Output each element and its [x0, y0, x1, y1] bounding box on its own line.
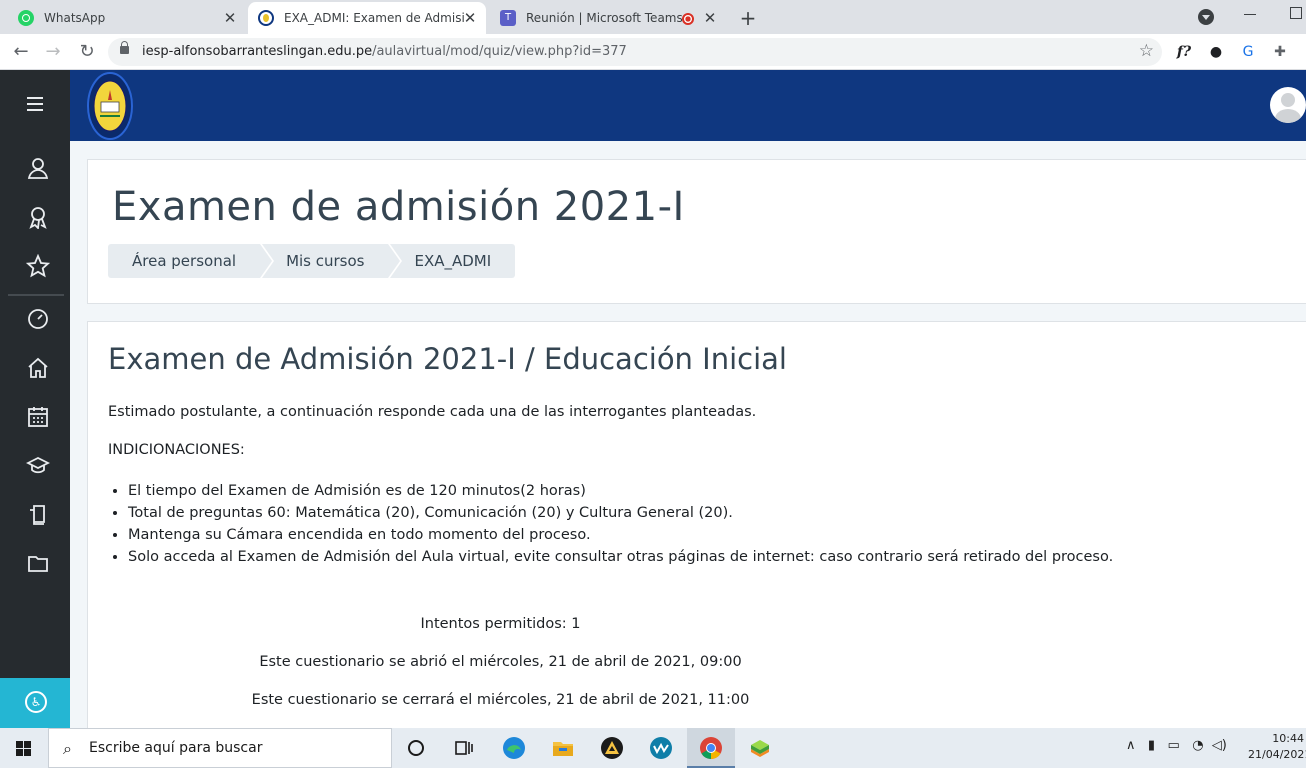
breadcrumb-item-mis-cursos[interactable]: Mis cursos	[262, 244, 403, 278]
task-view-icon[interactable]	[452, 736, 476, 760]
tab-search-icon[interactable]	[1198, 9, 1214, 25]
list-item: Solo acceda al Examen de Admisión del Au…	[128, 546, 1113, 568]
badges-icon[interactable]	[26, 205, 50, 230]
translate-icon[interactable]: G	[1238, 42, 1258, 62]
tab-title: WhatsApp	[44, 11, 106, 25]
graduation-cap-icon[interactable]	[25, 454, 51, 478]
nav-drawer: ♿	[0, 70, 70, 728]
url-host: iesp-alfonsobarranteslingan.edu.pe	[142, 44, 373, 59]
hamburger-menu-icon[interactable]	[23, 92, 47, 116]
user-avatar[interactable]	[1270, 87, 1306, 123]
back-arrow-icon[interactable]: ←	[10, 41, 32, 63]
browser-tab-bar: WhatsApp ✕ EXA_ADMI: Examen de Admisión …	[0, 0, 1306, 34]
windows-taskbar: ⌕ Escribe aquí para buscar ∧ ▮ ▭ ◔ ◁) 10…	[0, 728, 1306, 768]
site-navbar	[70, 70, 1306, 141]
puzzle-extensions-icon[interactable]: ✚	[1270, 42, 1290, 62]
close-tab-icon[interactable]: ✕	[222, 10, 238, 26]
quiz-close-date: Este cuestionario se cerrará el miércole…	[251, 692, 750, 708]
file-explorer-icon[interactable]	[551, 736, 575, 760]
volume-icon[interactable]: ◁)	[1212, 738, 1227, 753]
formula-extension-icon[interactable]: f?	[1174, 42, 1194, 62]
battery-icon[interactable]: ▭	[1167, 738, 1179, 753]
bookmark-star-icon[interactable]: ☆	[1139, 41, 1154, 61]
taskbar-search-box[interactable]: ⌕ Escribe aquí para buscar	[48, 728, 392, 768]
breadcrumb-item-area-personal[interactable]: Área personal	[108, 244, 275, 278]
quiz-open-date: Este cuestionario se abrió el miércoles,…	[259, 654, 742, 670]
participants-icon[interactable]	[26, 156, 50, 180]
close-tab-icon[interactable]: ✕	[462, 10, 478, 26]
url-path: /aulavirtual/mod/quiz/view.php?id=377	[372, 44, 627, 59]
drawer-divider	[8, 294, 64, 296]
reload-icon[interactable]: ↻	[76, 41, 98, 63]
maximize-button[interactable]	[1290, 7, 1302, 19]
microphone-icon[interactable]: ▮	[1148, 738, 1155, 753]
chrome-taskbar-button[interactable]	[687, 728, 735, 768]
breadcrumb: Área personal Mis cursos EXA_ADMI	[108, 244, 517, 278]
home-icon[interactable]	[26, 356, 50, 380]
app-triangle-icon[interactable]	[600, 736, 624, 760]
search-placeholder: Escribe aquí para buscar	[89, 740, 263, 756]
lock-icon	[120, 41, 129, 54]
extension-icon[interactable]: ●	[1206, 42, 1226, 62]
page-content: Examen de admisión 2021-I Área personal …	[70, 141, 1306, 741]
tab-teams[interactable]: T Reunión | Microsoft Teams ✕	[490, 2, 726, 34]
clock-time: 10:44	[1272, 732, 1304, 745]
address-bar-row: ← → ↻ iesp-alfonsobarranteslingan.edu.pe…	[0, 34, 1306, 70]
chrome-icon	[700, 737, 722, 759]
app-wave-icon[interactable]	[649, 736, 673, 760]
edge-browser-icon[interactable]	[502, 736, 526, 760]
tab-title: Reunión | Microsoft Teams	[526, 11, 683, 25]
system-clock[interactable]: 10:44 21/04/2021	[1248, 731, 1306, 763]
search-icon: ⌕	[63, 739, 72, 758]
url-text: iesp-alfonsobarranteslingan.edu.pe/aulav…	[142, 44, 627, 59]
tab-title: EXA_ADMI: Examen de Admisión	[284, 11, 464, 25]
attempts-allowed: Intentos permitidos: 1	[420, 616, 581, 632]
recording-icon	[682, 13, 694, 25]
tab-whatsapp[interactable]: WhatsApp ✕	[8, 2, 246, 34]
private-files-icon[interactable]	[26, 503, 50, 527]
wifi-icon[interactable]: ◔	[1192, 738, 1203, 753]
whatsapp-icon	[18, 10, 34, 26]
accessibility-icon: ♿	[25, 691, 47, 713]
quiz-card: Examen de Admisión 2021-I / Educación In…	[87, 321, 1306, 741]
clock-date: 21/04/2021	[1248, 748, 1306, 761]
url-field[interactable]: iesp-alfonsobarranteslingan.edu.pe/aulav…	[108, 38, 1162, 66]
cortana-icon[interactable]	[404, 736, 428, 760]
calendar-icon[interactable]	[26, 405, 50, 429]
folder-icon[interactable]	[26, 552, 50, 576]
quiz-rules-list: El tiempo del Examen de Admisión es de 1…	[128, 480, 1113, 568]
indications-label: INDICIONACIONES:	[108, 442, 245, 458]
new-tab-button[interactable]: +	[738, 6, 758, 30]
list-item: Total de preguntas 60: Matemática (20), …	[128, 502, 1113, 524]
list-item: Mantenga su Cámara encendida en todo mom…	[128, 524, 1113, 546]
chevron-up-icon[interactable]: ∧	[1126, 738, 1136, 753]
breadcrumb-item-exa-admi[interactable]: EXA_ADMI	[390, 244, 516, 278]
forward-arrow-icon[interactable]: →	[42, 41, 64, 63]
star-icon[interactable]	[25, 253, 51, 278]
system-tray[interactable]: ∧ ▮ ▭ ◔ ◁)	[1126, 738, 1227, 753]
page-title: Examen de admisión 2021-I	[112, 184, 685, 230]
quiz-title: Examen de Admisión 2021-I / Educación In…	[108, 342, 787, 376]
teams-icon: T	[500, 10, 516, 26]
accessibility-button[interactable]: ♿	[0, 678, 70, 728]
page-header: Examen de admisión 2021-I Área personal …	[87, 159, 1306, 304]
dashboard-icon[interactable]	[26, 307, 50, 331]
bluestacks-icon[interactable]	[748, 736, 772, 760]
institution-logo[interactable]	[86, 72, 134, 140]
list-item: El tiempo del Examen de Admisión es de 1…	[128, 480, 1113, 502]
close-tab-icon[interactable]: ✕	[702, 10, 718, 26]
tab-exa-admi[interactable]: EXA_ADMI: Examen de Admisión ✕	[248, 2, 486, 34]
minimize-button[interactable]	[1244, 14, 1256, 15]
moodle-logo-icon	[258, 10, 274, 26]
quiz-intro: Estimado postulante, a continuación resp…	[108, 404, 757, 420]
windows-start-button[interactable]	[0, 728, 48, 768]
